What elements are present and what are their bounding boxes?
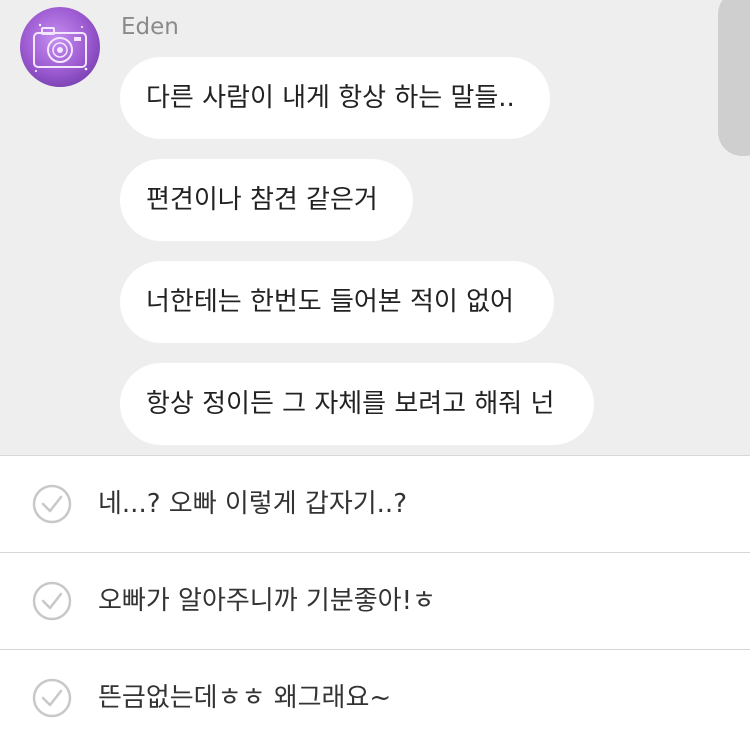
message-bubble: 너한테는 한번도 들어본 적이 없어: [120, 261, 554, 343]
camera-icon: [20, 7, 100, 87]
reply-option-label: 뜬금없는데ㅎㅎ 왜그래요~: [98, 683, 392, 713]
reply-option[interactable]: 네...? 오빠 이렇게 갑자기..?: [0, 455, 750, 552]
message-bubble: 편견이나 참견 같은거: [120, 159, 413, 241]
check-circle-icon: [32, 581, 72, 621]
message-bubble: 항상 정이든 그 자체를 보려고 해줘 넌: [120, 363, 594, 445]
message-bubble: 다른 사람이 내게 항상 하는 말들..: [120, 57, 550, 139]
reply-option-label: 네...? 오빠 이렇게 갑자기..?: [98, 489, 407, 519]
sender-name: Eden: [121, 14, 179, 40]
reply-option[interactable]: 오빠가 알아주니까 기분좋아!ㅎ: [0, 552, 750, 649]
chat-area: Eden 다른 사람이 내게 항상 하는 말들.. 편견이나 참견 같은거 너한…: [0, 0, 750, 455]
reply-option[interactable]: 뜬금없는데ㅎㅎ 왜그래요~: [0, 649, 750, 746]
avatar[interactable]: [20, 7, 100, 87]
check-circle-icon: [32, 678, 72, 718]
reply-options-list: 네...? 오빠 이렇게 갑자기..? 오빠가 알아주니까 기분좋아!ㅎ 뜬금없…: [0, 455, 750, 746]
reply-option-label: 오빠가 알아주니까 기분좋아!ㅎ: [98, 586, 436, 616]
check-circle-icon: [32, 484, 72, 524]
scrollbar-thumb[interactable]: [718, 0, 750, 156]
